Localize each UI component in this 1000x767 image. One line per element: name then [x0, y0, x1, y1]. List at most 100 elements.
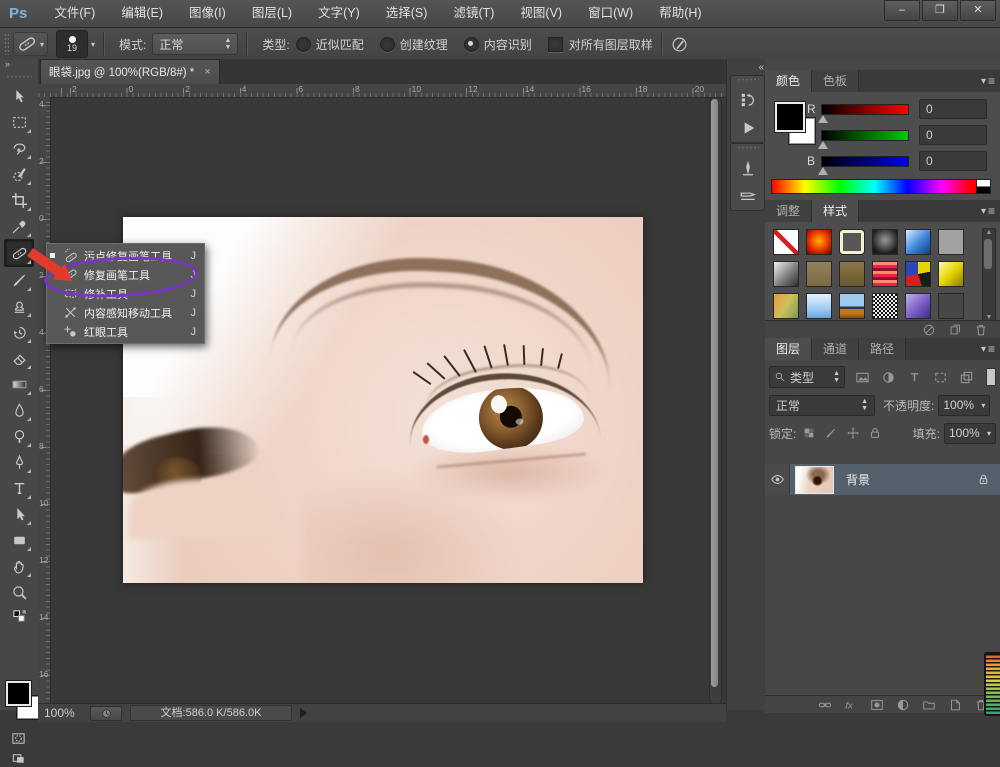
- type-filter-icon[interactable]: [907, 370, 933, 385]
- eraser-tool[interactable]: [5, 345, 33, 371]
- color-tab-色板[interactable]: 色板: [812, 70, 859, 92]
- vertical-scrollbar[interactable]: [709, 97, 722, 705]
- menu-选择(S)[interactable]: 选择(S): [373, 0, 441, 27]
- lock-all-icon[interactable]: [868, 426, 890, 440]
- style-swatch-dark-flat[interactable]: [934, 290, 967, 322]
- menu-编辑(E)[interactable]: 编辑(E): [108, 0, 176, 27]
- slider-handle-icon[interactable]: [818, 141, 828, 149]
- layers-tab-通道[interactable]: 通道: [812, 338, 859, 360]
- channel-value-field[interactable]: 0: [919, 99, 987, 119]
- gradient-tool[interactable]: [5, 371, 33, 397]
- menu-窗口(W)[interactable]: 窗口(W): [575, 0, 646, 27]
- menu-图层(L)[interactable]: 图层(L): [239, 0, 305, 27]
- layer-row-background[interactable]: 背景: [765, 464, 1000, 495]
- status-adobe-drive-button[interactable]: [90, 706, 122, 721]
- lock-paint-icon[interactable]: [824, 426, 846, 440]
- channel-value-field[interactable]: 0: [919, 125, 987, 145]
- menu-文件(F)[interactable]: 文件(F): [41, 0, 108, 27]
- radio-创建纹理[interactable]: 创建纹理: [380, 36, 448, 53]
- zoom-tool[interactable]: [5, 579, 33, 605]
- checkbox-icon[interactable]: [548, 37, 563, 52]
- shape-tool[interactable]: [5, 527, 33, 553]
- move-tool[interactable]: [5, 83, 33, 109]
- sample-all-layers-option[interactable]: 对所有图层取样: [548, 36, 653, 53]
- screen-mode-button[interactable]: [5, 749, 31, 767]
- fx-icon[interactable]: fx: [844, 698, 870, 712]
- smart-filter-icon[interactable]: [959, 370, 985, 385]
- radio-近似匹配[interactable]: 近似匹配: [296, 36, 364, 53]
- mode-dropdown[interactable]: 正常 ▲▼: [152, 33, 238, 55]
- pen-tool[interactable]: [5, 449, 33, 475]
- radio-icon[interactable]: [464, 37, 479, 52]
- radio-icon[interactable]: [296, 37, 311, 52]
- brush-presets-panel-button[interactable]: [731, 154, 764, 182]
- spectrum-bw-chip[interactable]: [976, 179, 991, 194]
- foreground-color-swatch[interactable]: [775, 102, 805, 132]
- history-brush-tool[interactable]: [5, 319, 33, 345]
- menu-视图(V)[interactable]: 视图(V): [507, 0, 575, 27]
- eyedropper-tool[interactable]: [5, 213, 33, 239]
- channel-slider-track[interactable]: [821, 130, 909, 141]
- no-style-icon[interactable]: [922, 323, 948, 337]
- style-swatch-horizon[interactable]: [835, 290, 868, 322]
- link-icon[interactable]: [818, 698, 844, 712]
- style-swatch-yellow-gloss[interactable]: [934, 258, 967, 290]
- menu-滤镜(T)[interactable]: 滤镜(T): [440, 0, 507, 27]
- style-swatch-red-glow[interactable]: [802, 226, 835, 258]
- status-flyout-arrow[interactable]: [300, 708, 307, 718]
- restore-button[interactable]: ❐: [922, 0, 958, 21]
- actions-panel-button[interactable]: [731, 114, 764, 142]
- tool-presets-panel-button[interactable]: [731, 182, 764, 210]
- style-swatch-camo[interactable]: [901, 258, 934, 290]
- new-layer-icon[interactable]: [948, 698, 974, 712]
- adjustment-filter-icon[interactable]: [881, 370, 907, 385]
- clone-stamp-tool[interactable]: [5, 293, 33, 319]
- radio-内容识别[interactable]: 内容识别: [464, 36, 532, 53]
- layers-tab-图层[interactable]: 图层: [765, 338, 812, 360]
- marquee-tool[interactable]: [5, 109, 33, 135]
- panel-menu-icon[interactable]: ▾≡: [981, 338, 1000, 360]
- group-icon[interactable]: [922, 698, 948, 712]
- radio-icon[interactable]: [380, 37, 395, 52]
- crop-tool[interactable]: [5, 187, 33, 213]
- style-swatch-dark-tan[interactable]: [835, 258, 868, 290]
- style-swatch-purple-gloss[interactable]: [901, 290, 934, 322]
- slider-handle-icon[interactable]: [818, 167, 828, 175]
- lock-move-icon[interactable]: [846, 426, 868, 440]
- style-swatch-red-stripes[interactable]: [868, 258, 901, 290]
- flyout-item-内容感知移动工具[interactable]: 内容感知移动工具J: [47, 303, 204, 322]
- toolbar-gripper[interactable]: [6, 75, 32, 79]
- quick-mask-button[interactable]: [5, 729, 31, 747]
- tool-preset-picker[interactable]: ▾: [13, 32, 48, 56]
- toolbar-collapse[interactable]: »: [0, 59, 38, 73]
- style-swatch-light-blue[interactable]: [802, 290, 835, 322]
- close-button[interactable]: ✕: [960, 0, 996, 21]
- dodge-tool[interactable]: [5, 423, 33, 449]
- color-tab-颜色[interactable]: 颜色: [765, 70, 812, 92]
- lock-transparent-icon[interactable]: [802, 426, 824, 440]
- hand-tool[interactable]: [5, 553, 33, 579]
- style-swatch-gray-bevel[interactable]: [769, 258, 802, 290]
- tablet-pressure-icon[interactable]: [671, 36, 688, 53]
- layer-thumbnail[interactable]: [795, 466, 834, 494]
- document-tab[interactable]: 眼袋.jpg @ 100%(RGB/8#) * ×: [40, 59, 220, 84]
- channel-slider-track[interactable]: [821, 104, 909, 115]
- layer-visibility-toggle[interactable]: [765, 464, 790, 495]
- history-panel-button[interactable]: [731, 86, 764, 114]
- image-filter-icon[interactable]: [855, 370, 881, 385]
- adjustment-icon[interactable]: [896, 698, 922, 712]
- path-select-tool[interactable]: [5, 501, 33, 527]
- lasso-tool[interactable]: [5, 135, 33, 161]
- style-swatch-tan[interactable]: [802, 258, 835, 290]
- style-swatch-flat-gray[interactable]: [934, 226, 967, 258]
- styles-tab-调整[interactable]: 调整: [765, 200, 812, 222]
- options-gripper[interactable]: [4, 33, 9, 55]
- styles-tab-样式[interactable]: 样式: [812, 200, 859, 222]
- slider-handle-icon[interactable]: [818, 115, 828, 123]
- color-spectrum-ramp[interactable]: [771, 179, 978, 194]
- new-style-icon[interactable]: [948, 323, 974, 337]
- foreground-color-swatch[interactable]: [6, 681, 31, 706]
- scrollbar-thumb[interactable]: [711, 99, 718, 687]
- type-tool[interactable]: [5, 475, 33, 501]
- flyout-item-红眼工具[interactable]: 红眼工具J: [47, 322, 204, 341]
